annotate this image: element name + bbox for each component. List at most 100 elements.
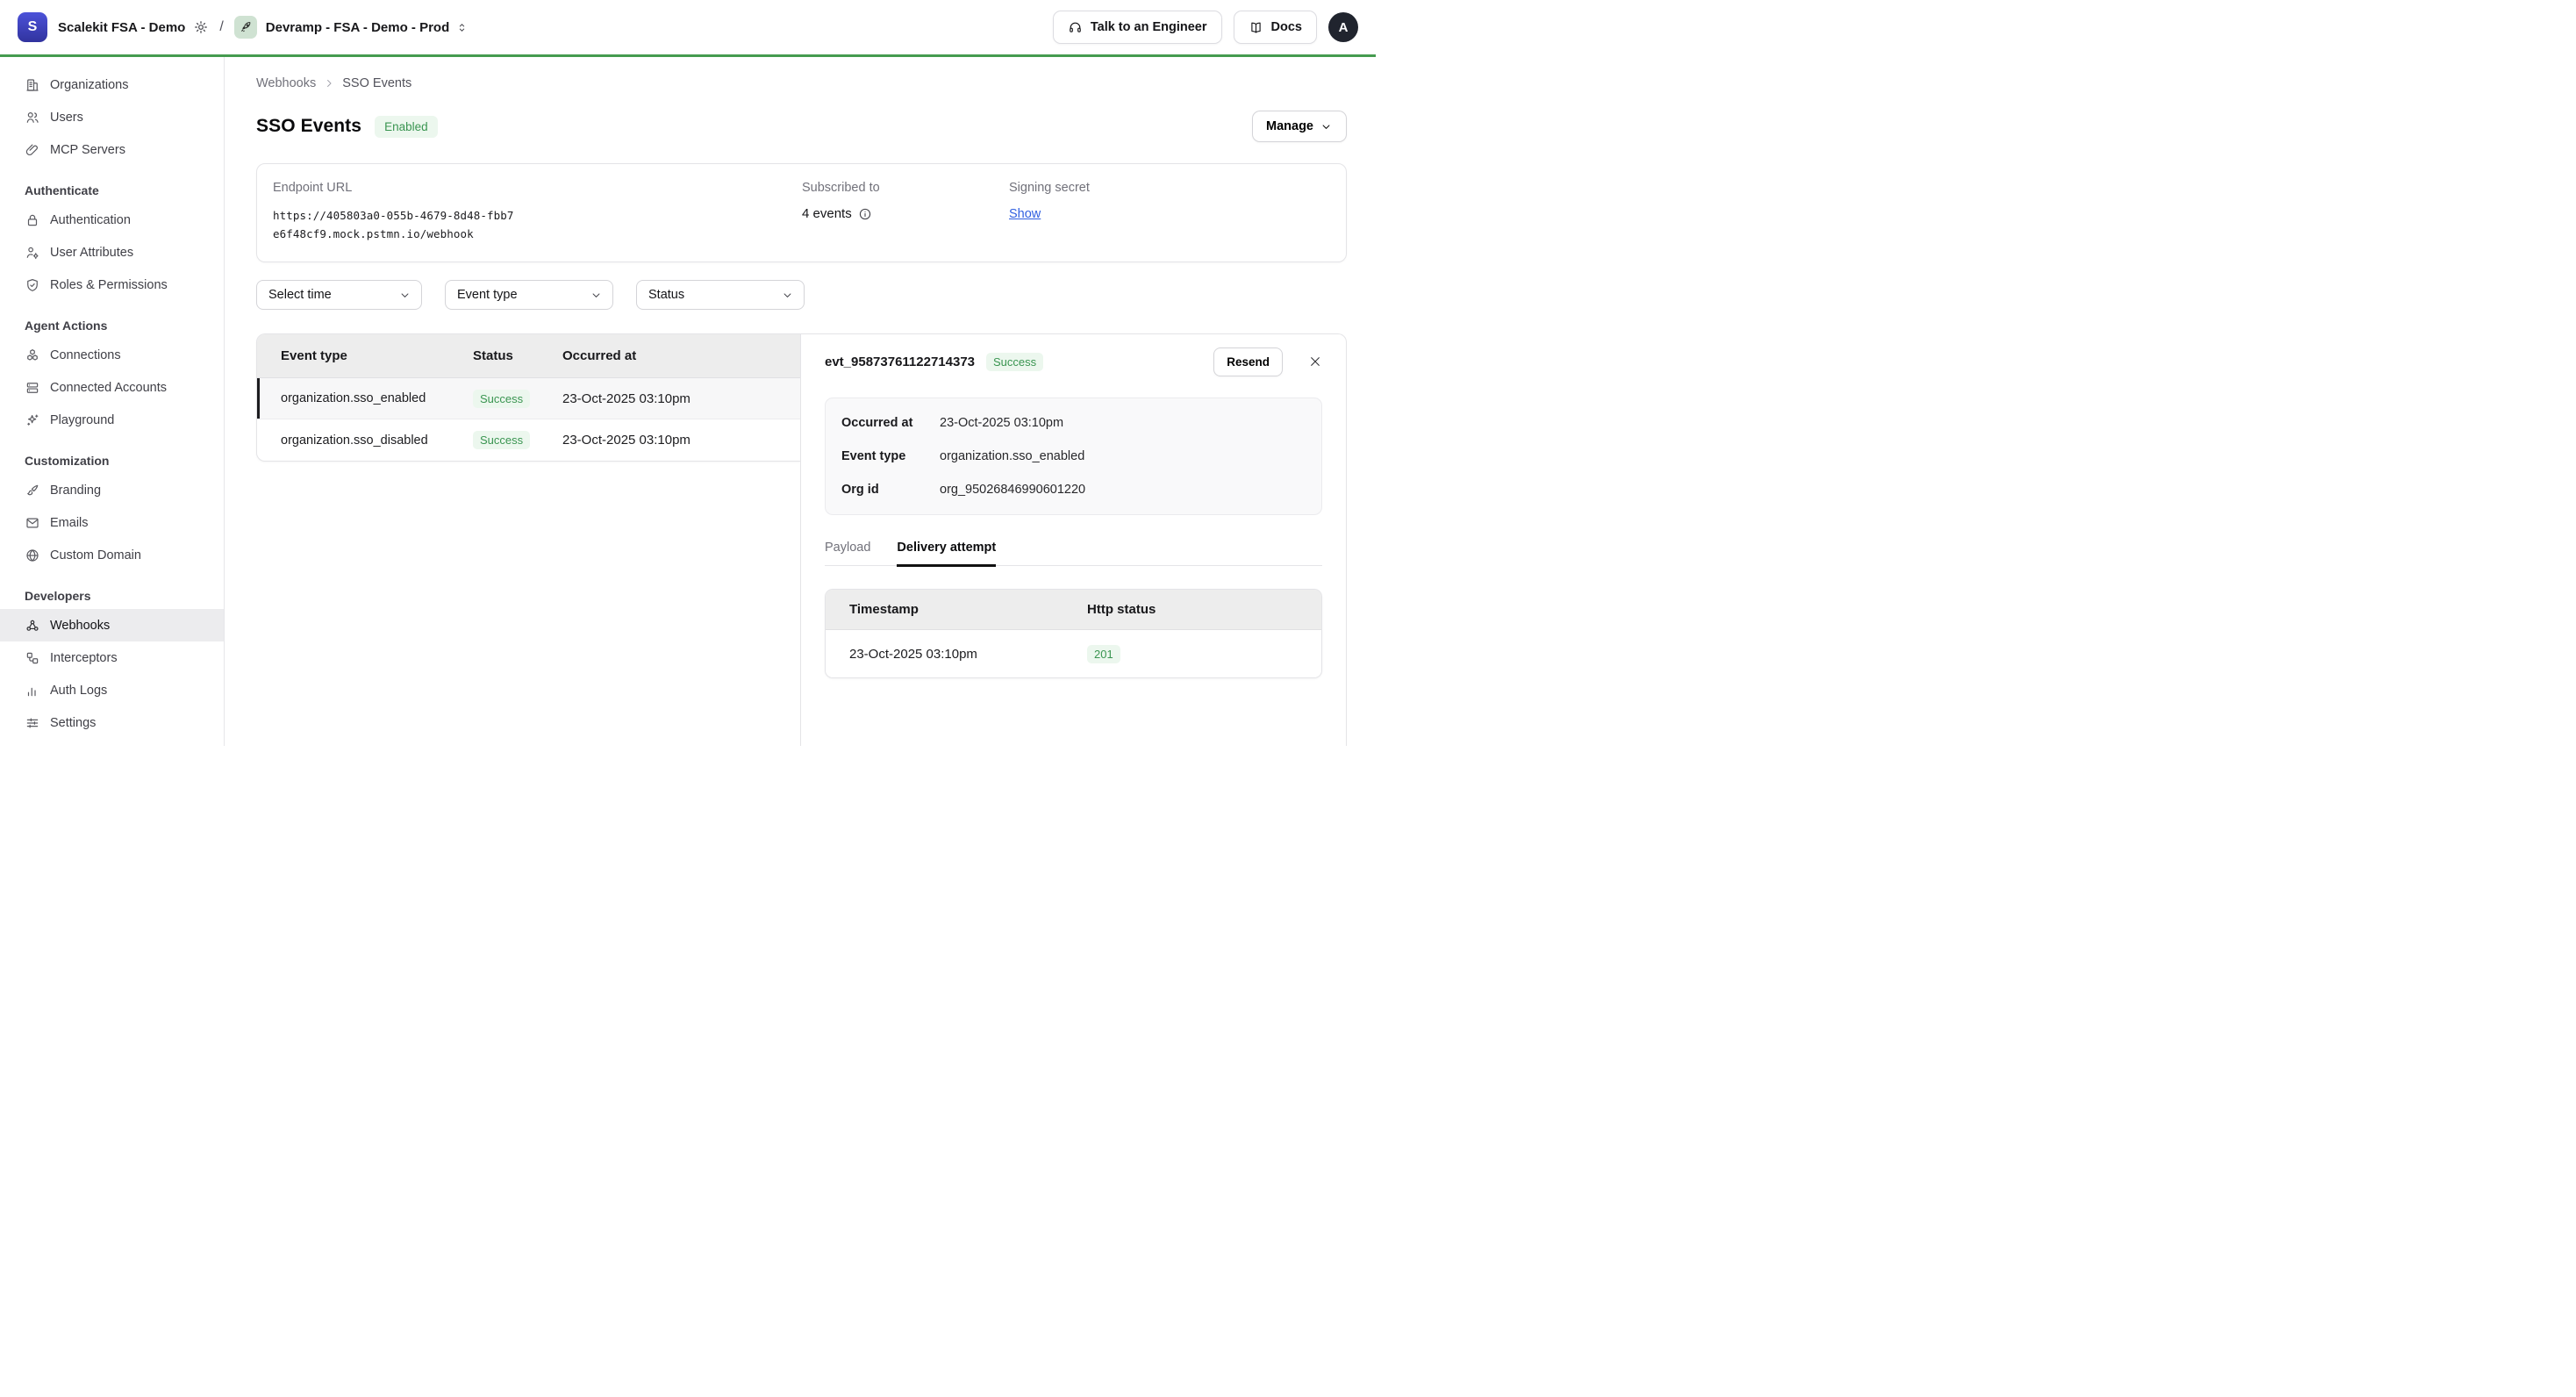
event-type-value: Event type xyxy=(457,288,518,302)
org-id-value: org_95026846990601220 xyxy=(940,483,1306,497)
chevron-down-icon xyxy=(590,289,603,302)
sidebar-item-label: Auth Logs xyxy=(50,684,107,698)
book-open-icon xyxy=(1249,20,1263,35)
topbar: S Scalekit FSA - Demo / Devramp - FSA - … xyxy=(0,0,1376,54)
event-type-dropdown[interactable]: Event type xyxy=(445,280,613,310)
status-dropdown[interactable]: Status xyxy=(636,280,805,310)
sidebar-item-label: Interceptors xyxy=(50,651,118,665)
user-avatar[interactable]: A xyxy=(1328,12,1358,42)
sidebar-item-connected-accounts[interactable]: Connected Accounts xyxy=(0,371,224,404)
talk-to-engineer-button[interactable]: Talk to an Engineer xyxy=(1053,11,1222,44)
paperclip-icon xyxy=(25,142,40,158)
scalekit-logo: S xyxy=(18,12,47,42)
page-title: SSO Events xyxy=(256,116,361,137)
bar-chart-icon xyxy=(25,683,40,698)
sidebar-item-label: Authentication xyxy=(50,213,131,227)
show-secret-link[interactable]: Show xyxy=(1009,207,1041,221)
detail-tabs: Payload Delivery attempt xyxy=(825,541,1322,566)
sidebar-item-users[interactable]: Users xyxy=(0,101,224,133)
talk-to-engineer-label: Talk to an Engineer xyxy=(1091,20,1207,34)
sidebar-section-customization: Customization xyxy=(0,448,224,474)
sidebar-item-label: Webhooks xyxy=(50,619,110,633)
table-row-sso-enabled[interactable]: organization.sso_enabled Success 23-Oct-… xyxy=(257,378,800,419)
chevron-down-icon xyxy=(781,289,794,302)
endpoint-url-label: Endpoint URL xyxy=(273,181,802,195)
endpoint-card: Endpoint URL https://405803a0-055b-4679-… xyxy=(256,163,1347,262)
sidebar-item-playground[interactable]: Playground xyxy=(0,404,224,436)
events-table: Event type Status Occurred at organizati… xyxy=(256,333,800,462)
sidebar-item-label: Settings xyxy=(50,716,96,730)
globe-icon xyxy=(25,548,40,563)
event-id: evt_95873761122714373 xyxy=(825,355,975,369)
sidebar-item-auth-logs[interactable]: Auth Logs xyxy=(0,674,224,706)
sidebar-item-mcp-servers[interactable]: MCP Servers xyxy=(0,133,224,166)
breadcrumb-webhooks[interactable]: Webhooks xyxy=(256,76,316,90)
sidebar-item-label: Organizations xyxy=(50,78,128,92)
sidebar-item-custom-domain[interactable]: Custom Domain xyxy=(0,539,224,571)
column-header-timestamp: Timestamp xyxy=(826,602,1087,617)
cell-occurred-at: 23-Oct-2025 03:10pm xyxy=(562,391,800,406)
sidebar-item-user-attributes[interactable]: User Attributes xyxy=(0,236,224,269)
info-icon[interactable] xyxy=(858,207,872,221)
sidebar-item-label: Roles & Permissions xyxy=(50,278,168,292)
column-header-status: Status xyxy=(473,348,562,363)
manage-label: Manage xyxy=(1266,119,1313,133)
occurred-at-label: Occurred at xyxy=(841,416,940,430)
column-header-http-status: Http status xyxy=(1087,602,1321,617)
sidebar-item-emails[interactable]: Emails xyxy=(0,506,224,539)
org-settings-button[interactable] xyxy=(193,19,209,35)
table-row-sso-disabled[interactable]: organization.sso_disabled Success 23-Oct… xyxy=(257,419,800,461)
paintbrush-icon xyxy=(25,483,40,498)
mail-icon xyxy=(25,515,40,531)
filter-bar: Select time Event type Status xyxy=(256,280,1347,310)
project-switcher[interactable] xyxy=(455,21,469,34)
select-time-value: Select time xyxy=(268,288,332,302)
cell-event-type: organization.sso_disabled xyxy=(257,433,473,448)
sidebar-item-label: Emails xyxy=(50,516,89,530)
status-badge-enabled: Enabled xyxy=(375,116,438,138)
tab-delivery-attempt[interactable]: Delivery attempt xyxy=(897,541,996,567)
docs-button[interactable]: Docs xyxy=(1234,11,1317,44)
topbar-actions: Talk to an Engineer Docs A xyxy=(1053,11,1358,44)
signing-secret-label: Signing secret xyxy=(1009,181,1090,195)
project-name: Devramp - FSA - Demo - Prod xyxy=(266,20,449,35)
sidebar-item-webhooks[interactable]: Webhooks xyxy=(0,609,224,641)
gear-icon xyxy=(193,19,209,35)
resend-button[interactable]: Resend xyxy=(1213,347,1283,376)
sidebar-item-authentication[interactable]: Authentication xyxy=(0,204,224,236)
sidebar-item-settings[interactable]: Settings xyxy=(0,706,224,739)
close-icon[interactable] xyxy=(1308,355,1322,369)
headphones-icon xyxy=(1068,20,1083,35)
tab-payload[interactable]: Payload xyxy=(825,541,870,567)
endpoint-url-value: https://405803a0-055b-4679-8d48-fbb7e6f4… xyxy=(273,206,515,243)
sidebar-item-organizations[interactable]: Organizations xyxy=(0,68,224,101)
sliders-icon xyxy=(25,715,40,731)
webhook-icon xyxy=(25,618,40,634)
select-time-dropdown[interactable]: Select time xyxy=(256,280,422,310)
sidebar-item-label: Custom Domain xyxy=(50,548,141,562)
sidebar-item-label: Branding xyxy=(50,484,101,498)
sidebar-item-interceptors[interactable]: Interceptors xyxy=(0,641,224,674)
breadcrumb-slash: / xyxy=(219,19,223,35)
manage-button[interactable]: Manage xyxy=(1252,111,1347,142)
event-detail-panel: evt_95873761122714373 Success Resend Occ… xyxy=(800,333,1347,746)
shield-check-icon xyxy=(25,277,40,293)
chevron-down-icon xyxy=(398,289,411,302)
rocket-icon xyxy=(239,20,253,34)
event-type-label: Event type xyxy=(841,449,940,463)
event-info-box: Occurred at 23-Oct-2025 03:10pm Event ty… xyxy=(825,398,1322,515)
docs-label: Docs xyxy=(1271,20,1302,34)
sidebar-item-roles-permissions[interactable]: Roles & Permissions xyxy=(0,269,224,301)
org-id-label: Org id xyxy=(841,483,940,497)
delivery-attempt-table: Timestamp Http status 23-Oct-2025 03:10p… xyxy=(825,589,1322,678)
sidebar-item-branding[interactable]: Branding xyxy=(0,474,224,506)
sidebar-item-label: Users xyxy=(50,111,83,125)
http-status-badge: 201 xyxy=(1087,645,1120,663)
subscribed-events-count: 4 events xyxy=(802,206,852,221)
sidebar-item-connections[interactable]: Connections xyxy=(0,339,224,371)
event-type-value: organization.sso_enabled xyxy=(940,449,1306,463)
user-gear-icon xyxy=(25,245,40,261)
project-env-badge xyxy=(234,16,257,39)
status-value: Status xyxy=(648,288,684,302)
sidebar-item-label: Connected Accounts xyxy=(50,381,167,395)
